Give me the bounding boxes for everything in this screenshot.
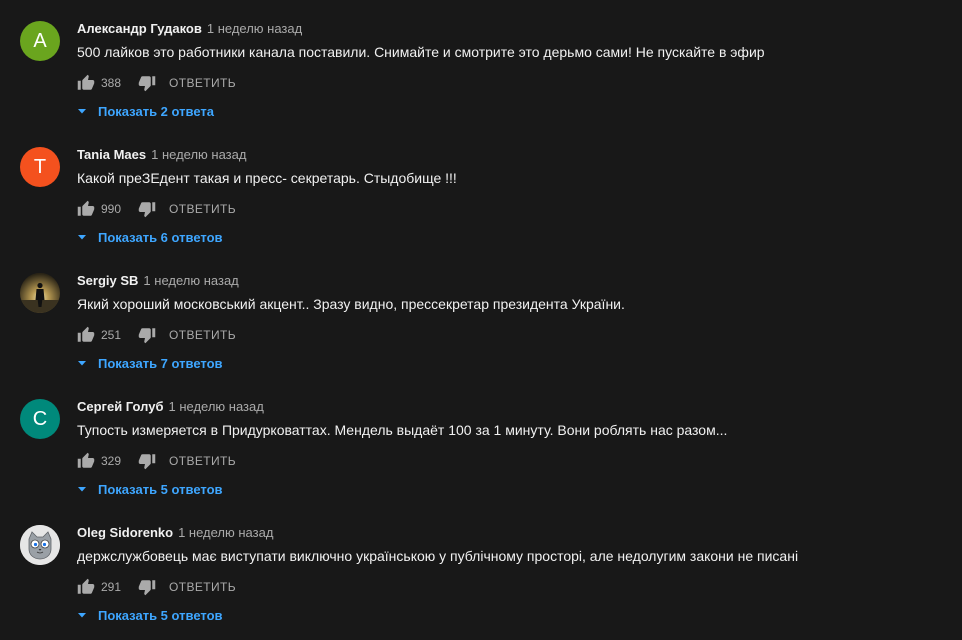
dislike-button[interactable] <box>137 577 157 597</box>
show-replies-button[interactable]: Показать 7 ответов <box>76 354 223 372</box>
show-replies-button[interactable]: Показать 5 ответов <box>76 480 223 498</box>
dislike-button[interactable] <box>137 325 157 345</box>
show-replies-button[interactable]: Показать 6 ответов <box>76 228 223 246</box>
author-name[interactable]: Oleg Sidorenko <box>77 525 173 540</box>
thumbs-up-icon <box>77 452 95 468</box>
show-replies-label: Показать 5 ответов <box>98 607 223 623</box>
reply-button[interactable]: ОТВЕТИТЬ <box>169 580 236 594</box>
caret-down-icon <box>76 105 88 117</box>
thumbs-down-icon <box>138 328 156 344</box>
avatar[interactable]: T <box>20 147 60 187</box>
comment-actions: 388 ОТВЕТИТЬ <box>76 72 236 94</box>
comment-thread: А Александр Гудаков 1 неделю назад 500 л… <box>0 0 962 126</box>
comment-header: Александр Гудаков 1 неделю назад <box>77 21 302 39</box>
thumbs-down-icon <box>138 76 156 92</box>
thumbs-down-icon <box>138 454 156 470</box>
dislike-button[interactable] <box>137 73 157 93</box>
comment-time[interactable]: 1 неделю назад <box>207 21 302 36</box>
comment-text: Який хороший московський акцент.. Зразу … <box>77 296 625 312</box>
comment-text: держслужбовець має виступати виключно ук… <box>77 548 799 564</box>
avatar[interactable] <box>20 273 60 313</box>
comment-actions: 329 ОТВЕТИТЬ <box>76 450 236 472</box>
author-name[interactable]: Tania Maes <box>77 147 146 162</box>
like-button[interactable] <box>76 199 96 219</box>
thumbs-up-icon <box>77 326 95 342</box>
comment-thread: T Tania Maes 1 неделю назад Какой преЗЕд… <box>0 126 962 252</box>
caret-down-icon <box>76 483 88 495</box>
avatar[interactable]: А <box>20 21 60 61</box>
show-replies-label: Показать 6 ответов <box>98 229 223 245</box>
comment-header: Oleg Sidorenko 1 неделю назад <box>77 525 273 543</box>
comment-header: Sergiy SB 1 неделю назад <box>77 273 239 291</box>
like-button[interactable] <box>76 325 96 345</box>
like-count: 990 <box>101 202 122 216</box>
comment-text: 500 лайков это работники канала поставил… <box>77 44 765 60</box>
thumbs-down-icon <box>138 580 156 596</box>
cartoon-cat-icon <box>20 525 60 565</box>
comment-time[interactable]: 1 неделю назад <box>169 399 264 414</box>
show-replies-label: Показать 2 ответа <box>98 103 214 119</box>
thumbs-up-icon <box>77 200 95 216</box>
comment-header: Сергей Голуб 1 неделю назад <box>77 399 264 417</box>
like-button[interactable] <box>76 451 96 471</box>
show-replies-label: Показать 5 ответов <box>98 481 223 497</box>
show-replies-label: Показать 7 ответов <box>98 355 223 371</box>
reply-button[interactable]: ОТВЕТИТЬ <box>169 454 236 468</box>
like-count: 291 <box>101 580 122 594</box>
avatar[interactable] <box>20 525 60 565</box>
reply-button[interactable]: ОТВЕТИТЬ <box>169 202 236 216</box>
comment-text: Тупость измеряется в Придурковаттах. Мен… <box>77 422 728 438</box>
like-count: 329 <box>101 454 122 468</box>
dislike-button[interactable] <box>137 199 157 219</box>
comment-time[interactable]: 1 неделю назад <box>178 525 273 540</box>
comment-actions: 291 ОТВЕТИТЬ <box>76 576 236 598</box>
person-silhouette-icon <box>20 273 60 313</box>
thumbs-down-icon <box>138 202 156 218</box>
comment-actions: 990 ОТВЕТИТЬ <box>76 198 236 220</box>
like-count: 388 <box>101 76 122 90</box>
comment-header: Tania Maes 1 неделю назад <box>77 147 246 165</box>
like-count: 251 <box>101 328 122 342</box>
show-replies-button[interactable]: Показать 5 ответов <box>76 606 223 624</box>
like-button[interactable] <box>76 577 96 597</box>
comment-thread: С Сергей Голуб 1 неделю назад Тупость из… <box>0 378 962 504</box>
dislike-button[interactable] <box>137 451 157 471</box>
comment-text: Какой преЗЕдент такая и пресс- секретарь… <box>77 170 457 186</box>
thumbs-up-icon <box>77 578 95 594</box>
comment-thread: Oleg Sidorenko 1 неделю назад держслужбо… <box>0 504 962 630</box>
thumbs-up-icon <box>77 74 95 90</box>
caret-down-icon <box>76 609 88 621</box>
reply-button[interactable]: ОТВЕТИТЬ <box>169 328 236 342</box>
comment-time[interactable]: 1 неделю назад <box>143 273 238 288</box>
comment-actions: 251 ОТВЕТИТЬ <box>76 324 236 346</box>
show-replies-button[interactable]: Показать 2 ответа <box>76 102 214 120</box>
caret-down-icon <box>76 357 88 369</box>
comment-thread: Sergiy SB 1 неделю назад Який хороший мо… <box>0 252 962 378</box>
comment-time[interactable]: 1 неделю назад <box>151 147 246 162</box>
reply-button[interactable]: ОТВЕТИТЬ <box>169 76 236 90</box>
caret-down-icon <box>76 231 88 243</box>
author-name[interactable]: Александр Гудаков <box>77 21 202 36</box>
avatar-letter: T <box>33 155 47 178</box>
avatar-letter: С <box>32 407 48 430</box>
author-name[interactable]: Сергей Голуб <box>77 399 164 414</box>
author-name[interactable]: Sergiy SB <box>77 273 138 288</box>
comments-section: А Александр Гудаков 1 неделю назад 500 л… <box>0 0 962 640</box>
avatar[interactable]: С <box>20 399 60 439</box>
avatar-letter: А <box>33 29 47 52</box>
like-button[interactable] <box>76 73 96 93</box>
